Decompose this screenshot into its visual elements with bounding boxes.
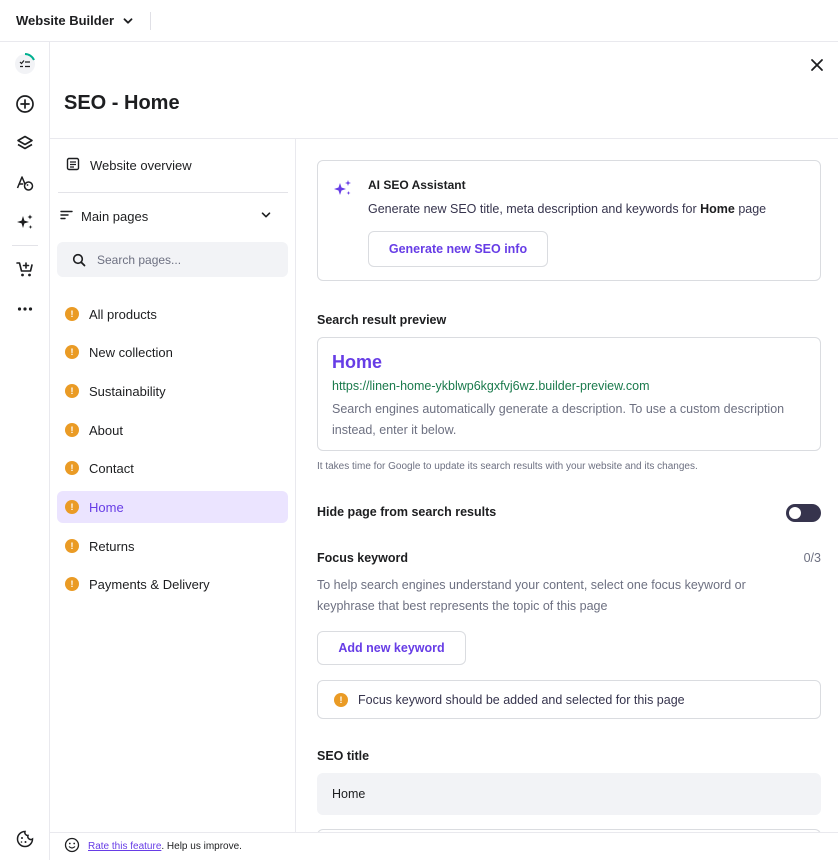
- toggle-knob: [789, 507, 801, 519]
- search-placeholder: Search pages...: [97, 252, 182, 267]
- search-icon: [71, 252, 87, 268]
- checklist-progress-icon[interactable]: [13, 52, 37, 76]
- page-item-label: Contact: [89, 460, 134, 476]
- page-item-home[interactable]: ! Home: [57, 491, 288, 523]
- chevron-down-icon[interactable]: [122, 15, 134, 27]
- focus-keyword-help: To help search engines understand your c…: [317, 578, 746, 613]
- page-item-about[interactable]: ! About: [57, 414, 288, 446]
- ai-desc-prefix: Generate new SEO title, meta description…: [368, 202, 701, 216]
- divider: [58, 192, 288, 193]
- ai-desc-page: Home: [700, 202, 735, 216]
- warning-icon: !: [65, 500, 79, 514]
- warning-icon: !: [65, 307, 79, 321]
- warning-icon: !: [65, 461, 79, 475]
- warning-icon: !: [334, 692, 348, 707]
- warning-icon: !: [65, 577, 79, 591]
- page-item-new-collection[interactable]: ! New collection: [57, 336, 288, 368]
- warning-icon: !: [65, 384, 79, 398]
- smiley-icon: [64, 837, 80, 856]
- ai-tools-icon[interactable]: [13, 210, 37, 234]
- preview-description: Search engines automatically generate a …: [332, 402, 785, 437]
- page-title: SEO - Home: [64, 92, 180, 114]
- pages-navigation: Website overview Main pages Search pages…: [50, 139, 296, 832]
- main-pages-label: Main pages: [81, 209, 149, 224]
- left-rail: [0, 42, 50, 860]
- more-icon[interactable]: [13, 297, 37, 321]
- sparkle-icon: [332, 177, 354, 199]
- typography-color-icon[interactable]: [13, 171, 37, 195]
- chevron-down-icon: [260, 209, 272, 224]
- page-item-label: Payments & Delivery: [89, 576, 210, 592]
- search-pages-input[interactable]: Search pages...: [57, 242, 288, 277]
- document-icon: [66, 157, 80, 174]
- store-cart-icon[interactable]: [13, 257, 37, 281]
- keyword-counter: 0/3: [803, 551, 821, 565]
- divider: [150, 11, 152, 30]
- ai-seo-assistant-card: AI SEO Assistant Generate new SEO title,…: [317, 160, 821, 281]
- generate-seo-button[interactable]: Generate new SEO info: [368, 231, 548, 267]
- ai-assistant-title: AI SEO Assistant: [368, 178, 466, 192]
- page-item-label: Sustainability: [89, 383, 166, 399]
- page-item-label: About: [89, 422, 123, 438]
- close-button[interactable]: [806, 54, 828, 76]
- page-item-label: All products: [89, 306, 157, 322]
- main-pages-dropdown[interactable]: Main pages: [60, 209, 272, 224]
- ai-desc-suffix: page: [734, 202, 767, 216]
- hide-page-toggle[interactable]: [786, 504, 821, 522]
- page-item-label: Returns: [89, 538, 135, 554]
- search-preview-heading: Search result preview: [317, 313, 447, 327]
- hide-page-label: Hide page from search results: [317, 505, 497, 519]
- website-overview-label: Website overview: [90, 158, 192, 173]
- warning-icon: !: [65, 423, 79, 437]
- sort-lines-icon: [60, 209, 73, 224]
- top-bar: Website Builder: [0, 0, 838, 42]
- keyword-alert: ! Focus keyword should be added and sele…: [317, 680, 821, 719]
- page-item-label: New collection: [89, 344, 173, 360]
- page-item-sustainability[interactable]: ! Sustainability: [57, 375, 288, 407]
- page-item-contact[interactable]: ! Contact: [57, 452, 288, 484]
- page-item-all-products[interactable]: ! All products: [57, 298, 288, 330]
- ai-assistant-description: Generate new SEO title, meta description…: [368, 202, 766, 216]
- add-keyword-button[interactable]: Add new keyword: [317, 631, 466, 665]
- app-title[interactable]: Website Builder: [16, 13, 114, 28]
- cookie-settings-icon[interactable]: [13, 827, 37, 851]
- focus-keyword-label: Focus keyword: [317, 551, 408, 565]
- layers-icon[interactable]: [13, 132, 37, 156]
- page-item-label: Home: [89, 499, 124, 515]
- website-overview-link[interactable]: Website overview: [66, 157, 192, 174]
- divider: [12, 245, 38, 246]
- add-element-icon[interactable]: [13, 92, 37, 116]
- page-item-payments-delivery[interactable]: ! Payments & Delivery: [57, 568, 288, 600]
- keyword-alert-text: Focus keyword should be added and select…: [358, 692, 685, 707]
- feedback-footer: Rate this feature. Help us improve.: [50, 832, 838, 860]
- warning-icon: !: [65, 345, 79, 359]
- preview-url: https://linen-home-ykblwp6kgxfvj6wz.buil…: [332, 379, 650, 393]
- google-update-note: It takes time for Google to update its s…: [317, 461, 698, 472]
- rate-feature-link[interactable]: Rate this feature: [88, 841, 161, 852]
- preview-title: Home: [332, 352, 383, 372]
- footer-text: . Help us improve.: [161, 841, 242, 852]
- warning-icon: !: [65, 539, 79, 553]
- seo-title-label: SEO title: [317, 749, 370, 763]
- seo-title-input[interactable]: Home: [317, 773, 821, 815]
- close-icon: [811, 59, 823, 71]
- search-result-preview: Home https://linen-home-ykblwp6kgxfvj6wz…: [317, 337, 821, 451]
- page-item-returns[interactable]: ! Returns: [57, 530, 288, 562]
